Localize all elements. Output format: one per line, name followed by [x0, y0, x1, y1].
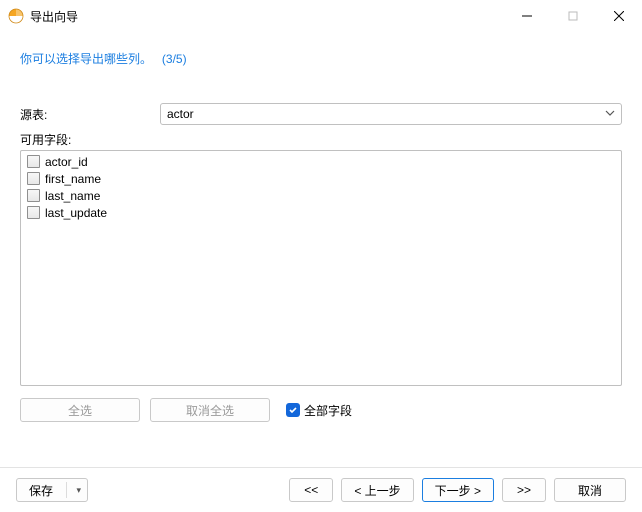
heading-text: 你可以选择导出哪些列。 [20, 52, 152, 66]
close-button[interactable] [596, 0, 642, 32]
cancel-label: 取消 [578, 482, 602, 499]
select-all-label: 全选 [68, 402, 92, 419]
titlebar: 导出向导 [0, 0, 642, 32]
cancel-button[interactable]: 取消 [554, 478, 626, 502]
minimize-button[interactable] [504, 0, 550, 32]
checkbox-icon[interactable] [27, 172, 40, 185]
list-item[interactable]: first_name [25, 170, 617, 187]
source-table-value: actor [167, 107, 605, 121]
checkbox-icon[interactable] [27, 189, 40, 202]
step-indicator: (3/5) [162, 52, 187, 66]
save-label: 保存 [29, 482, 53, 499]
selection-button-row: 全选 取消全选 全部字段 [20, 398, 622, 422]
source-table-row: 源表: actor [20, 103, 622, 125]
available-fields-label: 可用字段: [20, 131, 622, 148]
field-name: last_name [45, 189, 100, 203]
maximize-button[interactable] [550, 0, 596, 32]
prev-label: < 上一步 [354, 482, 400, 499]
window-title: 导出向导 [30, 8, 504, 25]
last-step-button[interactable]: >> [502, 478, 546, 502]
field-name: last_update [45, 206, 107, 220]
footer: 保存 ▾ << < 上一步 下一步 > >> 取消 [0, 468, 642, 512]
all-fields-label: 全部字段 [304, 402, 352, 419]
select-all-button[interactable]: 全选 [20, 398, 140, 422]
separator [66, 482, 67, 498]
source-table-label: 源表: [20, 106, 160, 123]
checkbox-checked-icon[interactable] [286, 403, 300, 417]
all-fields-checkbox-wrap[interactable]: 全部字段 [286, 402, 352, 419]
wizard-heading: 你可以选择导出哪些列。 (3/5) [0, 32, 642, 77]
deselect-all-button[interactable]: 取消全选 [150, 398, 270, 422]
chevron-down-icon [605, 107, 615, 121]
previous-step-button[interactable]: < 上一步 [341, 478, 413, 502]
first-label: << [304, 483, 318, 497]
save-button[interactable]: 保存 ▾ [16, 478, 88, 502]
dropdown-arrow-icon[interactable]: ▾ [76, 485, 81, 496]
field-name: first_name [45, 172, 101, 186]
window-controls [504, 0, 642, 32]
checkbox-icon[interactable] [27, 206, 40, 219]
app-icon [8, 8, 24, 24]
last-label: >> [517, 483, 531, 497]
checkbox-icon[interactable] [27, 155, 40, 168]
first-step-button[interactable]: << [289, 478, 333, 502]
field-name: actor_id [45, 155, 88, 169]
content-area: 源表: actor 可用字段: actor_id first_name last… [0, 77, 642, 422]
next-label: 下一步 > [435, 482, 481, 499]
list-item[interactable]: last_update [25, 204, 617, 221]
next-step-button[interactable]: 下一步 > [422, 478, 494, 502]
list-item[interactable]: actor_id [25, 153, 617, 170]
source-table-select[interactable]: actor [160, 103, 622, 125]
available-fields-listbox[interactable]: actor_id first_name last_name last_updat… [20, 150, 622, 386]
list-item[interactable]: last_name [25, 187, 617, 204]
deselect-all-label: 取消全选 [186, 402, 234, 419]
